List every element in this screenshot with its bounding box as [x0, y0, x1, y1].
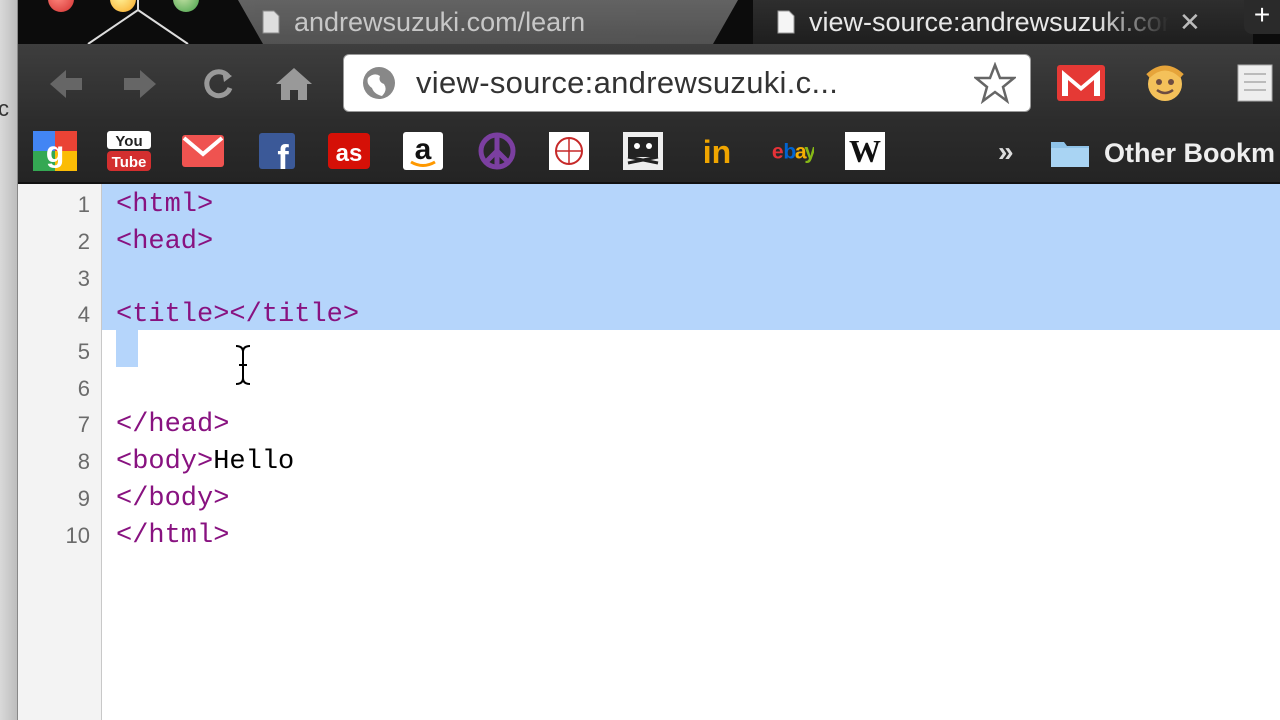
source-code: </body> — [116, 483, 230, 514]
tab-title: view-source:andrewsuzuki.com — [809, 6, 1169, 37]
line-number: 5 — [77, 338, 90, 364]
source-code: <title></title> — [116, 299, 360, 330]
svg-text:y: y — [804, 141, 814, 164]
pirate-icon — [623, 132, 663, 170]
svg-text:f: f — [277, 139, 289, 171]
amazon-icon: a — [403, 132, 443, 170]
theme-decoration-icon — [87, 0, 189, 44]
tab-learn[interactable]: andrewsuzuki.com/learn — [238, 0, 738, 44]
url-text: view-source:andrewsuzuki.c... — [416, 65, 839, 100]
globe-bookmark-icon — [549, 132, 589, 170]
svg-text:e: e — [772, 141, 784, 164]
gmail-icon — [182, 135, 224, 167]
source-code: <head> — [116, 226, 214, 257]
source-line: 6 — [18, 370, 1280, 407]
tab-strip: andrewsuzuki.com/learn view-source:andre… — [18, 0, 1280, 44]
bookmark-wikipedia[interactable]: W — [842, 130, 888, 172]
youtube-icon: You Tube — [107, 131, 151, 171]
bookmark-globe[interactable] — [546, 130, 592, 172]
source-code: </head> — [116, 409, 230, 440]
folder-icon — [1051, 142, 1089, 167]
new-tab-button[interactable]: + — [1244, 0, 1280, 34]
line-number: 8 — [77, 448, 90, 474]
bookmark-peace[interactable] — [474, 130, 520, 172]
reload-icon[interactable] — [196, 64, 240, 104]
line-number: 9 — [77, 485, 90, 511]
document-icon — [262, 10, 280, 34]
line-number: 7 — [77, 411, 90, 437]
body-text: Hello — [213, 446, 295, 477]
bookmark-star-icon[interactable] — [974, 62, 1016, 104]
bookmark-youtube[interactable]: You Tube — [106, 130, 152, 172]
close-tab-icon[interactable]: ✕ — [1179, 7, 1201, 38]
bookmark-pirate[interactable] — [620, 130, 666, 172]
source-line: 7 </head> — [18, 406, 1280, 443]
svg-text:Tube: Tube — [112, 154, 147, 171]
close-window-icon[interactable] — [48, 0, 74, 12]
browser-toolbar: view-source:andrewsuzuki.c... — [18, 44, 1280, 122]
forward-arrow-icon[interactable] — [118, 64, 162, 104]
peace-icon — [478, 132, 516, 170]
facebook-icon: f — [259, 133, 295, 171]
svg-text:You: You — [115, 133, 142, 150]
bookmarks-overflow-chevron[interactable]: » — [998, 136, 1014, 168]
gmail-checker-icon[interactable] — [1056, 62, 1106, 104]
line-number: 1 — [77, 191, 90, 217]
svg-text:W: W — [849, 133, 881, 169]
source-line: 10 </html> — [18, 517, 1280, 554]
text-cursor-ibeam-icon — [235, 345, 251, 385]
source-line: 3 — [18, 260, 1280, 297]
svg-text:in: in — [703, 134, 731, 170]
lastfm-icon: as — [328, 133, 370, 169]
svg-text:as: as — [336, 140, 363, 167]
bookmark-amazon[interactable]: a — [400, 130, 446, 172]
bookmark-ebay[interactable]: e b a y — [768, 130, 814, 172]
bookmark-gmail[interactable] — [180, 130, 226, 172]
source-line: 5 — [18, 333, 1280, 370]
back-arrow-icon[interactable] — [44, 64, 88, 104]
bookmark-facebook[interactable]: f — [254, 130, 300, 172]
line-number: 3 — [77, 265, 90, 291]
other-bookmarks-label: Other Bookm — [1104, 137, 1276, 168]
tab-view-source[interactable]: view-source:andrewsuzuki.com ✕ — [753, 0, 1253, 44]
body-open-tag: <body> — [116, 446, 214, 477]
home-icon[interactable] — [272, 64, 316, 104]
bookmark-linkedin[interactable]: in — [694, 130, 740, 172]
globe-icon — [363, 67, 395, 99]
ebay-icon: e b a y — [772, 141, 814, 164]
source-code: <body>Hello — [116, 447, 294, 477]
tab-title: andrewsuzuki.com/learn — [294, 6, 586, 37]
left-window-edge: c — [0, 0, 18, 720]
bookmarks-bar: g You Tube f as a in e b a y — [18, 122, 1280, 184]
view-source-pane[interactable]: 1 <html> 2 <head> 3 4 <title></title> 5 … — [18, 184, 1280, 720]
line-number: 4 — [77, 301, 90, 327]
line-number: 2 — [77, 228, 90, 254]
source-line: 4 <title></title> — [18, 296, 1280, 333]
other-bookmarks-folder[interactable]: Other Bookm — [1050, 132, 1275, 174]
svg-text:g: g — [46, 136, 64, 169]
source-code: </html> — [116, 520, 230, 551]
address-bar[interactable]: view-source:andrewsuzuki.c... — [343, 54, 1031, 112]
source-code: <html> — [116, 189, 214, 220]
notes-extension-icon[interactable] — [1228, 62, 1278, 104]
source-line: 8 <body>Hello — [18, 443, 1280, 480]
svg-text:a: a — [415, 133, 432, 166]
bookmark-lastfm[interactable]: as — [326, 130, 372, 172]
left-edge-text-fragment: c — [0, 96, 9, 121]
document-icon — [777, 10, 795, 34]
bookmark-google[interactable]: g — [32, 130, 78, 172]
source-line: 2 <head> — [18, 223, 1280, 260]
line-number: 6 — [77, 375, 90, 401]
google-icon: g — [33, 131, 77, 171]
wikipedia-icon: W — [845, 132, 885, 170]
linkedin-icon: in — [703, 134, 731, 170]
source-line: 1 <html> — [18, 186, 1280, 223]
source-line: 9 </body> — [18, 480, 1280, 517]
smiley-extension-icon[interactable] — [1140, 62, 1190, 104]
line-number: 10 — [65, 522, 90, 548]
